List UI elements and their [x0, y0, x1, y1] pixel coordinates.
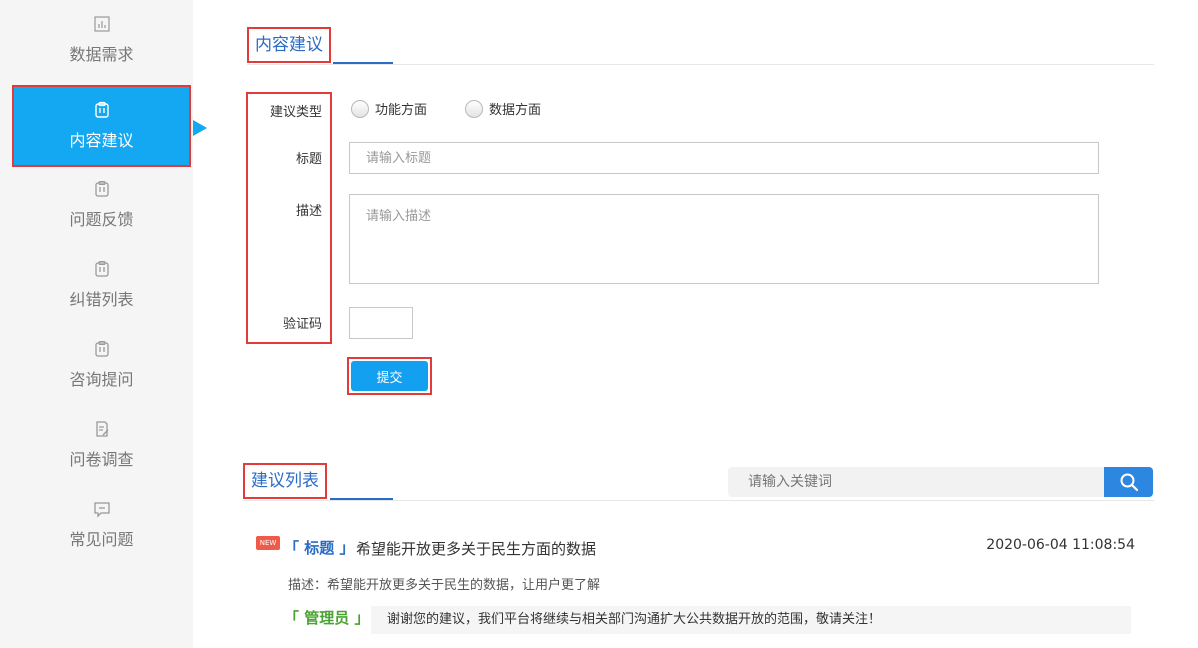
sidebar-item-data-request[interactable]: 数据需求: [12, 0, 191, 80]
new-badge: NEW: [256, 536, 280, 550]
bar-chart-icon: [93, 16, 110, 32]
sidebar-item-label: 问题反馈: [69, 210, 134, 229]
clipboard-icon: [94, 101, 109, 118]
search-button[interactable]: [1104, 467, 1153, 497]
item-timestamp: 2020-06-04 11:08:54: [986, 537, 1135, 553]
clipboard-icon: [94, 340, 109, 357]
title-tag: 「 标题 」: [284, 539, 355, 557]
submit-highlight: 提交: [347, 357, 432, 395]
title-input[interactable]: [349, 142, 1099, 174]
radio-circle[interactable]: [351, 99, 369, 118]
active-indicator-arrow: [193, 120, 207, 136]
section-divider: [247, 64, 1154, 65]
sidebar-item-content-suggestion[interactable]: 内容建议: [12, 85, 191, 167]
message-icon: [93, 502, 110, 518]
radio-circle[interactable]: [465, 99, 483, 118]
edit-doc-icon: [95, 421, 108, 437]
sidebar-item-survey[interactable]: 问卷调查: [12, 405, 191, 485]
clipboard-icon: [94, 180, 109, 197]
sidebar-item-label: 数据需求: [69, 45, 134, 64]
captcha-input[interactable]: [349, 307, 413, 339]
section-underline: [333, 62, 393, 64]
section-title-suggestion-list: 建议列表: [243, 463, 327, 499]
sidebar-item-consultation[interactable]: 咨询提问: [12, 325, 191, 405]
section-title-content-suggestion: 内容建议: [247, 27, 331, 63]
radio-label: 数据方面: [489, 103, 542, 118]
description-textarea[interactable]: [349, 194, 1099, 284]
sidebar-item-label: 问卷调查: [69, 450, 134, 469]
sidebar-item-label: 常见问题: [69, 530, 134, 549]
section-divider: [243, 500, 1154, 501]
admin-tag: 「 管理员 」: [284, 609, 370, 627]
item-description: 描述：希望能开放更多关于民生的数据，让用户更了解: [288, 578, 601, 593]
suggestion-type-label: 建议类型: [269, 105, 322, 120]
clipboard-icon: [94, 260, 109, 277]
captcha-label: 验证码: [282, 317, 322, 332]
sidebar-item-label: 内容建议: [69, 131, 134, 150]
radio-label: 功能方面: [375, 103, 428, 118]
sidebar-item-feedback[interactable]: 问题反馈: [12, 165, 191, 245]
title-label: 标题: [295, 152, 322, 167]
section-underline: [330, 498, 393, 500]
search-icon: [1120, 473, 1138, 492]
radio-function[interactable]: 功能方面: [351, 99, 427, 118]
radio-data[interactable]: 数据方面: [465, 99, 541, 118]
sidebar-item-label: 咨询提问: [69, 370, 134, 389]
sidebar-item-correction-list[interactable]: 纠错列表: [12, 245, 191, 325]
sidebar-item-faq[interactable]: 常见问题: [12, 485, 191, 565]
item-title[interactable]: 希望能开放更多关于民生方面的数据: [356, 538, 596, 559]
sidebar-item-label: 纠错列表: [69, 290, 134, 309]
admin-reply: 谢谢您的建议，我们平台将继续与相关部门沟通扩大公共数据开放的范围，敬请关注！: [371, 606, 1131, 634]
description-label: 描述: [295, 204, 322, 219]
submit-button[interactable]: 提交: [351, 361, 428, 391]
keyword-search-input[interactable]: [728, 467, 1104, 497]
sidebar: 数据需求 内容建议 问题反馈 纠错列表 咨询提问 问卷调查 常见问题: [0, 0, 193, 648]
